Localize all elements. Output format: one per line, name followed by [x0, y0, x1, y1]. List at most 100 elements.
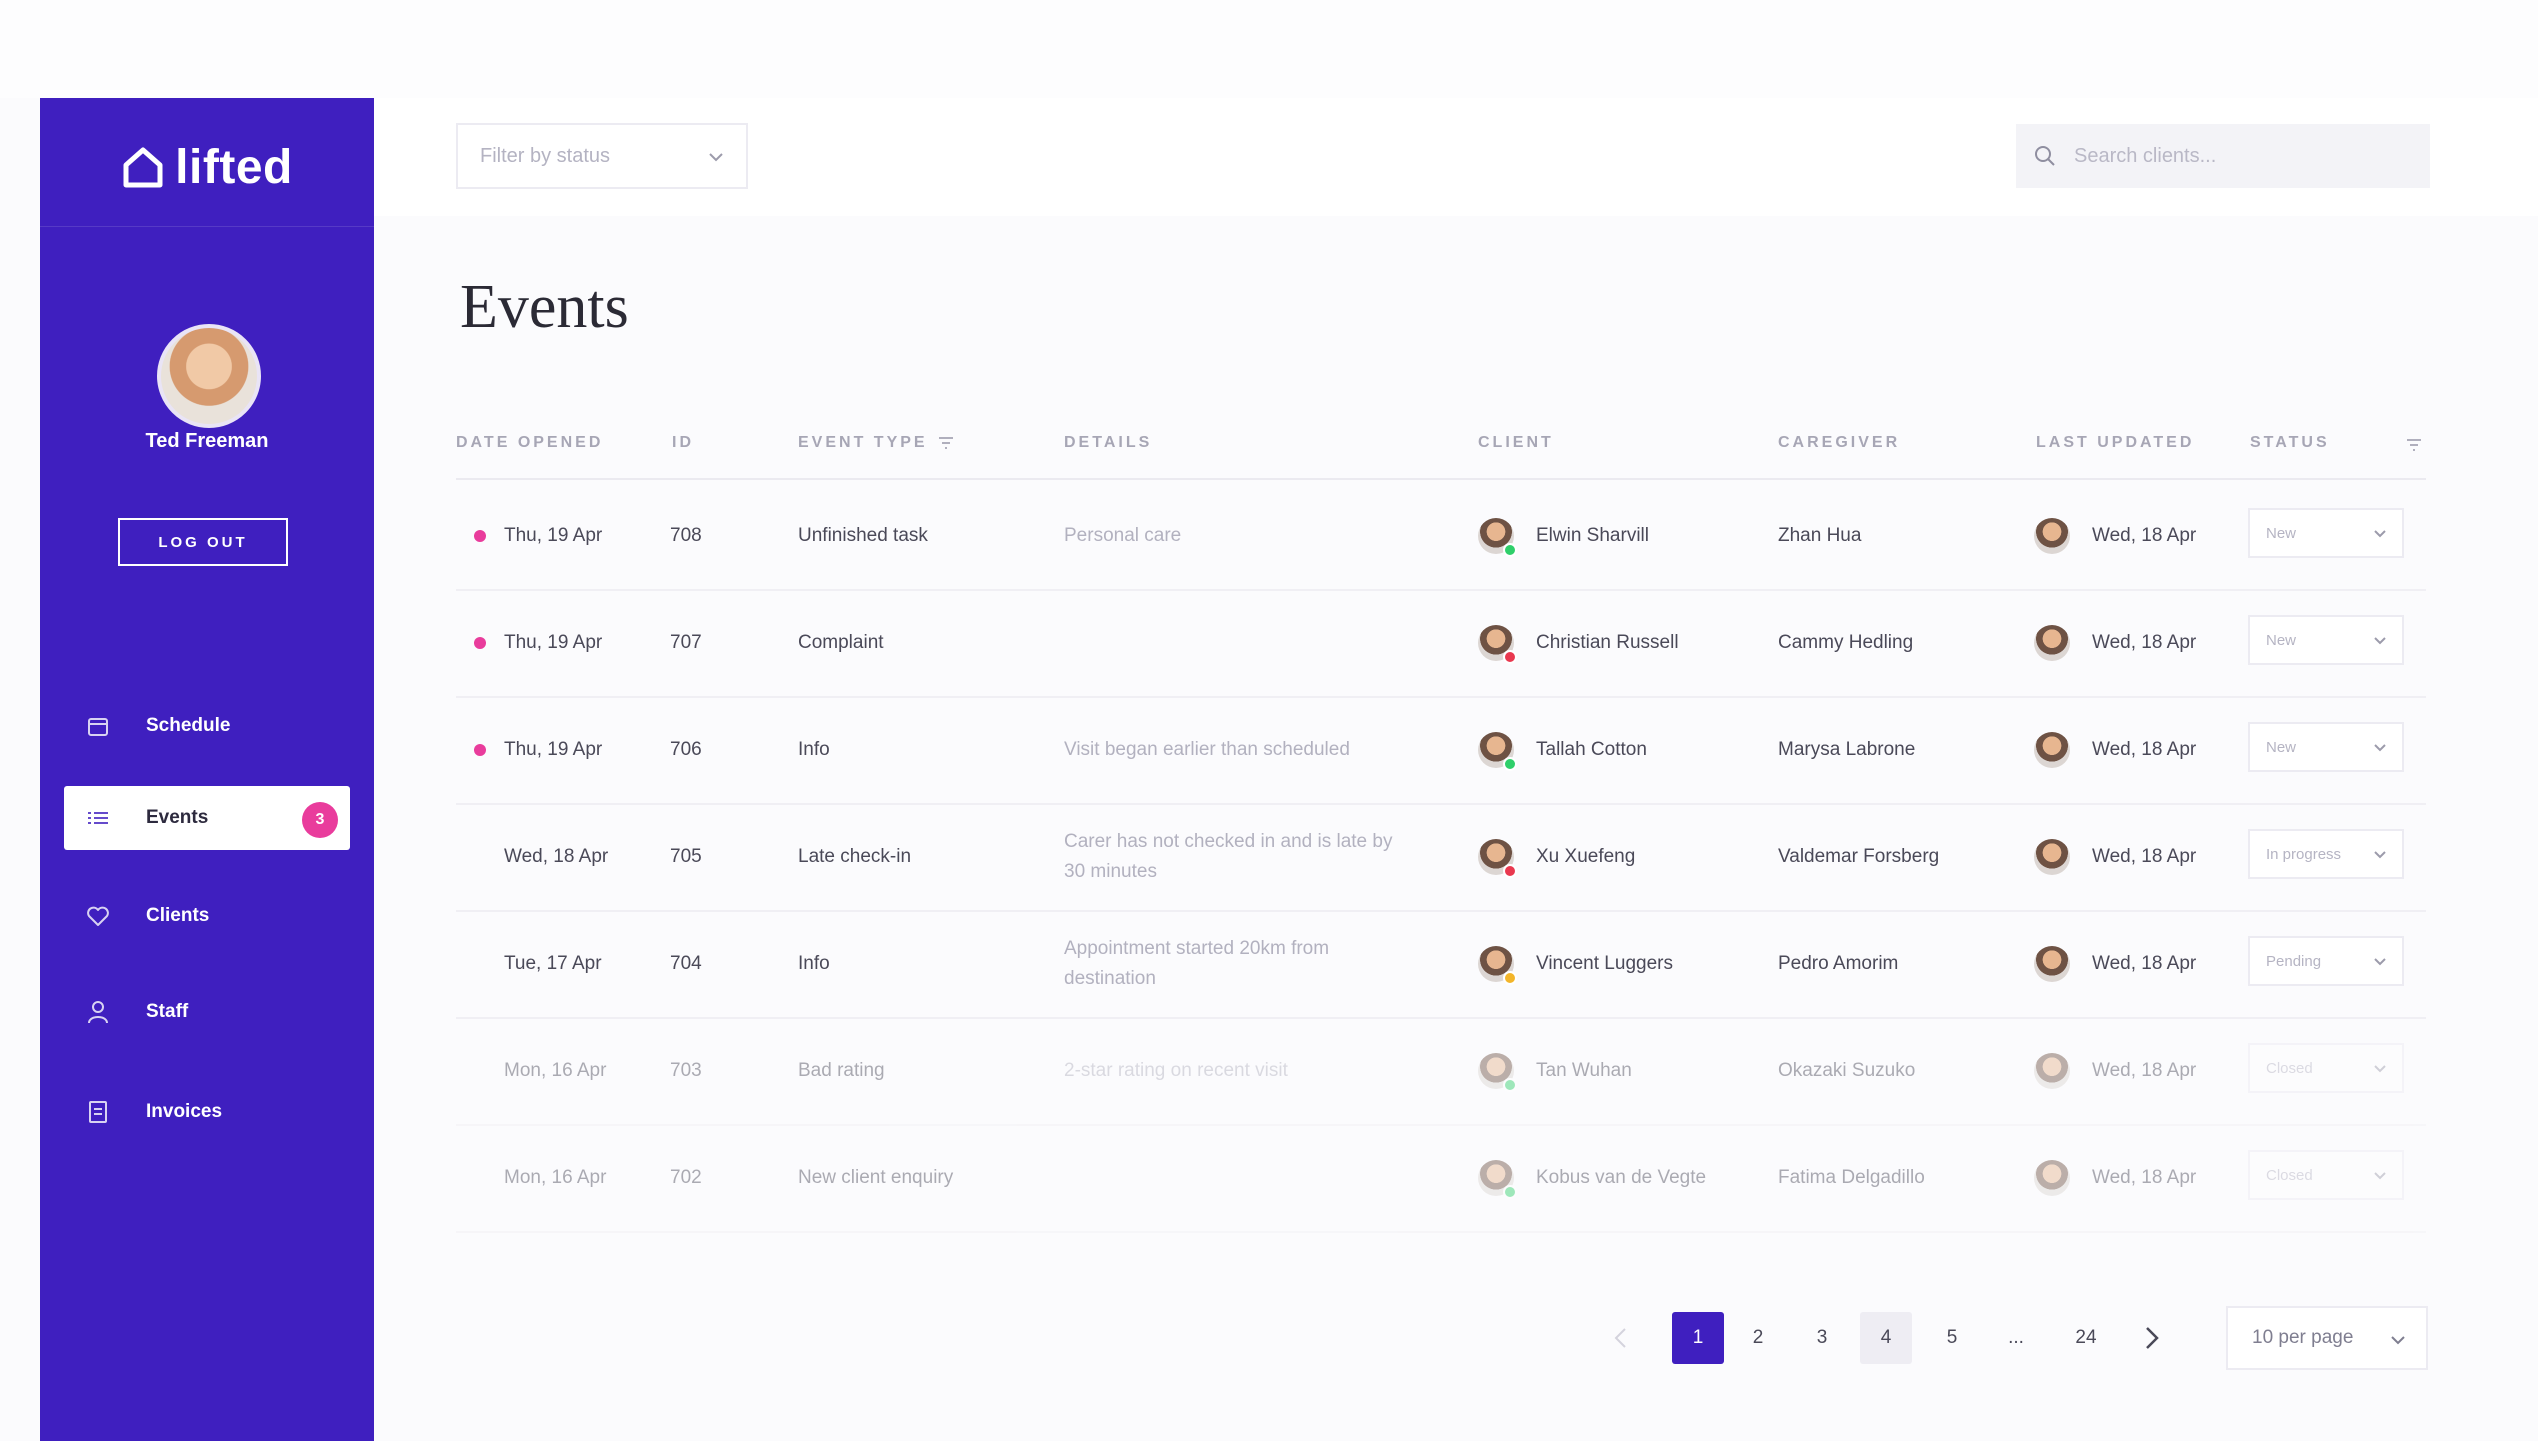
header-event-type[interactable]: EVENT TYPE	[798, 434, 954, 452]
per-page-select[interactable]: 10 per page	[2226, 1306, 2428, 1370]
cell-event-type: Unfinished task	[798, 524, 928, 546]
client-link[interactable]: Christian Russell	[1478, 624, 1679, 664]
logout-button[interactable]: LOG OUT	[118, 518, 288, 566]
invoice-icon	[84, 1100, 112, 1124]
cell-details	[1064, 589, 1394, 696]
table-row[interactable]: Thu, 19 Apr 706 Info Visit began earlier th…	[456, 696, 2426, 805]
cell-caregiver[interactable]: Cammy Hedling	[1778, 589, 1913, 696]
header-client[interactable]: CLIENT	[1478, 434, 1554, 452]
cell-client: Christian Russell	[1536, 631, 1679, 653]
cell-last-updated: Wed, 18 Apr	[2092, 1166, 2197, 1188]
cell-caregiver[interactable]: Okazaki Suzuko	[1778, 1017, 1915, 1124]
client-link[interactable]: Tallah Cotton	[1478, 731, 1647, 771]
cell-event-type: Late check-in	[798, 845, 912, 867]
next-page-icon[interactable]	[2140, 1324, 2164, 1352]
sidebar-item-clients[interactable]: Clients	[64, 884, 350, 948]
cell-client: Xu Xuefeng	[1536, 845, 1636, 867]
status-select[interactable]: New	[2248, 722, 2404, 772]
page-1[interactable]: 1	[1672, 1312, 1724, 1364]
sidebar-item-label: Invoices	[146, 1101, 223, 1122]
table-row[interactable]: Mon, 16 Apr 703 Bad rating 2-star rating on…	[456, 1017, 2426, 1126]
cell-details: 2-star rating on recent visit	[1064, 1059, 1288, 1081]
client-avatar	[1478, 1052, 1517, 1092]
status-select[interactable]: Closed	[2248, 1150, 2404, 1200]
client-status-indicator	[1503, 1077, 1517, 1092]
status-select[interactable]: Pending	[2248, 936, 2404, 986]
client-link[interactable]: Vincent Luggers	[1478, 945, 1673, 985]
search-input[interactable]	[2072, 143, 2396, 169]
last-updated: Wed, 18 Apr	[2034, 517, 2197, 554]
table-row[interactable]: Thu, 19 Apr 708 Unfinished task Personal ca…	[456, 482, 2426, 591]
client-avatar	[1478, 624, 1517, 664]
client-avatar	[1478, 517, 1517, 557]
client-link[interactable]: Xu Xuefeng	[1478, 838, 1636, 878]
page-24[interactable]: 24	[2060, 1312, 2112, 1364]
cell-caregiver[interactable]: Valdemar Forsberg	[1778, 803, 1939, 910]
logo[interactable]: lifted	[40, 132, 374, 202]
status-filter-select[interactable]: Filter by status	[456, 123, 748, 189]
top-strip	[0, 0, 2538, 98]
cell-last-updated: Wed, 18 Apr	[2092, 524, 2197, 546]
cell-date: Wed, 18 Apr	[504, 845, 609, 867]
status-filter-icon[interactable]	[2406, 438, 2422, 452]
client-link[interactable]: Elwin Sharvill	[1478, 517, 1649, 557]
cell-caregiver[interactable]: Zhan Hua	[1778, 482, 1861, 589]
status-value: New	[2266, 524, 2297, 542]
client-status-indicator	[1503, 542, 1517, 557]
chevron-down-icon	[2374, 530, 2386, 538]
sidebar-item-events[interactable]: Events 3	[64, 786, 350, 850]
header-caregiver[interactable]: CAREGIVER	[1778, 434, 1900, 452]
header-last-updated[interactable]: LAST UPDATED	[2036, 434, 2194, 452]
cell-id: 706	[670, 738, 702, 760]
cell-last-updated: Wed, 18 Apr	[2092, 1059, 2197, 1081]
chevron-down-icon	[2374, 744, 2386, 752]
header-date-opened[interactable]: DATE OPENED	[456, 434, 603, 452]
status-value: In progress	[2266, 845, 2342, 863]
client-link[interactable]: Kobus van de Vegte	[1478, 1159, 1706, 1199]
logo-text: lifted	[175, 140, 293, 194]
table-row[interactable]: Mon, 16 Apr 702 New client enquiry Kobus va…	[456, 1124, 2426, 1233]
sidebar-item-invoices[interactable]: Invoices	[64, 1080, 350, 1144]
status-value: Pending	[2266, 952, 2322, 970]
cell-caregiver[interactable]: Marysa Labrone	[1778, 696, 1915, 803]
prev-page-icon[interactable]	[1610, 1326, 1632, 1350]
cell-date: Tue, 17 Apr	[504, 952, 602, 974]
chevron-down-icon	[2374, 958, 2386, 966]
status-value: Closed	[2266, 1166, 2313, 1184]
page-5[interactable]: 5	[1926, 1312, 1978, 1364]
updater-avatar	[2034, 945, 2070, 982]
status-value: New	[2266, 631, 2297, 649]
status-select[interactable]: Closed	[2248, 1043, 2404, 1093]
table-row[interactable]: Thu, 19 Apr 707 Complaint Christian Russell…	[456, 589, 2426, 698]
updater-avatar	[2034, 624, 2070, 661]
updater-avatar	[2034, 731, 2070, 768]
header-status[interactable]: STATUS	[2250, 434, 2330, 452]
cell-caregiver[interactable]: Fatima Delgadillo	[1778, 1124, 1925, 1231]
last-updated: Wed, 18 Apr	[2034, 1159, 2197, 1196]
status-select[interactable]: In progress	[2248, 829, 2404, 879]
table-row[interactable]: Tue, 17 Apr 704 Info Appointment started 20…	[456, 910, 2426, 1019]
status-select[interactable]: New	[2248, 615, 2404, 665]
table-row[interactable]: Wed, 18 Apr 705 Late check-in Carer has not…	[456, 803, 2426, 912]
sidebar-item-schedule[interactable]: Schedule	[64, 694, 350, 758]
user-avatar[interactable]	[157, 324, 261, 428]
filter-icon[interactable]	[938, 436, 954, 450]
client-link[interactable]: Tan Wuhan	[1478, 1052, 1632, 1092]
status-value: Closed	[2266, 1059, 2313, 1077]
page-2[interactable]: 2	[1732, 1312, 1784, 1364]
cell-id: 702	[670, 1166, 702, 1188]
search-box[interactable]	[2016, 124, 2430, 188]
status-select[interactable]: New	[2248, 508, 2404, 558]
cell-id: 704	[670, 952, 702, 974]
client-status-indicator	[1503, 1184, 1517, 1199]
heart-icon	[84, 905, 112, 927]
sidebar-item-staff[interactable]: Staff	[64, 980, 350, 1044]
page-3[interactable]: 3	[1796, 1312, 1848, 1364]
events-count-badge: 3	[302, 802, 338, 838]
cell-date: Thu, 19 Apr	[504, 738, 603, 760]
header-id[interactable]: ID	[672, 434, 694, 452]
cell-caregiver[interactable]: Pedro Amorim	[1778, 910, 1898, 1017]
updater-avatar	[2034, 1052, 2070, 1089]
page-4[interactable]: 4	[1860, 1312, 1912, 1364]
cell-event-type: Info	[798, 952, 830, 974]
